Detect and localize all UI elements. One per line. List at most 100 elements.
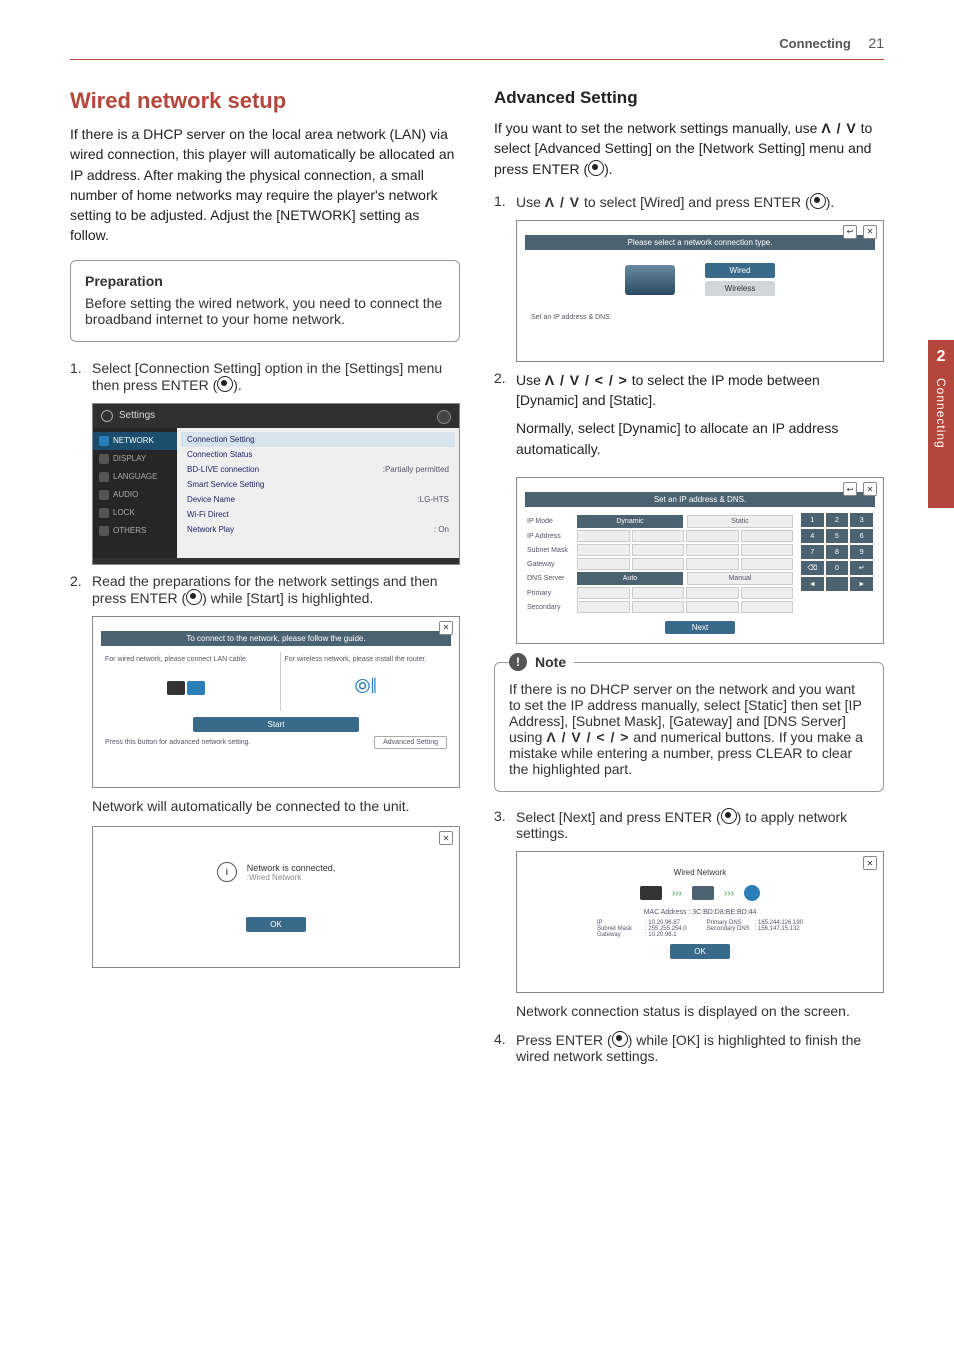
up-down-icon: Ʌ / V <box>545 194 580 210</box>
keypad-key[interactable]: 2 <box>826 513 849 527</box>
keypad-key[interactable]: ⌫ <box>801 561 824 575</box>
enter-icon <box>612 1031 628 1047</box>
info-icon: i <box>217 862 237 882</box>
note-icon: ! <box>509 653 527 671</box>
type-title: Please select a network connection type. <box>525 235 875 250</box>
adv-step-4: Press ENTER () while [OK] is highlighted… <box>516 1031 884 1064</box>
step-1-body: Select [Connection Setting] option in th… <box>92 360 460 393</box>
static-tab[interactable]: Static <box>687 515 793 528</box>
lan-icon <box>167 681 205 695</box>
keypad-key[interactable]: 6 <box>850 529 873 543</box>
keypad-key[interactable]: 8 <box>826 545 849 559</box>
close-icon[interactable]: ✕ <box>439 831 453 845</box>
left-column: Wired network setup If there is a DHCP s… <box>70 88 460 1074</box>
step-number: 3. <box>494 808 516 841</box>
numeric-keypad: 123 456 789 ⌫0↵ ◄ ► <box>801 513 873 615</box>
sidebar-item-language[interactable]: LANGUAGE <box>93 468 177 486</box>
network-icon <box>99 436 109 446</box>
keypad-key[interactable]: 7 <box>801 545 824 559</box>
setting-row[interactable]: Network Play: On <box>181 522 455 537</box>
keypad-key[interactable]: 9 <box>850 545 873 559</box>
keypad-key[interactable]: ► <box>850 577 873 591</box>
device-icon <box>625 265 675 295</box>
advanced-intro: If you want to set the network settings … <box>494 118 884 179</box>
keypad-key[interactable]: 0 <box>826 561 849 575</box>
auto-tab[interactable]: Auto <box>577 572 683 585</box>
setting-row[interactable]: Connection Setting <box>181 432 455 447</box>
ok-button[interactable]: OK <box>246 917 306 932</box>
back-icon[interactable]: ↩ <box>843 225 857 239</box>
globe-node-icon <box>744 885 760 901</box>
keypad-key[interactable]: 5 <box>826 529 849 543</box>
subnet-label: Subnet Mask <box>527 547 573 554</box>
back-icon[interactable]: ↩ <box>843 482 857 496</box>
chapter-tab-number: 2 <box>937 348 946 366</box>
keypad-key[interactable]: 1 <box>801 513 824 527</box>
setting-row[interactable]: Wi-Fi Direct <box>181 507 455 522</box>
guide-wireless-text: For wireless network, please install the… <box>285 656 448 663</box>
link-icon: ››› <box>724 888 734 899</box>
advanced-setting-button[interactable]: Advanced Setting <box>374 736 447 749</box>
gear-icon <box>101 410 113 422</box>
manual-tab[interactable]: Manual <box>687 572 793 585</box>
up-down-left-right-icon: Ʌ / V / < / > <box>546 729 629 745</box>
setting-row[interactable]: Device Name:LG-HTS <box>181 492 455 507</box>
setting-row[interactable]: BD-LIVE connection:Partially permitted <box>181 462 455 477</box>
guide-footer-text: Press this button for advanced network s… <box>105 739 251 746</box>
enter-icon <box>810 193 826 209</box>
close-icon[interactable]: ✕ <box>863 482 877 496</box>
adv-step-3: Select [Next] and press ENTER () to appl… <box>516 808 884 841</box>
device-node-icon <box>640 886 662 900</box>
setting-row[interactable]: Connection Status <box>181 447 455 462</box>
sidebar-item-display[interactable]: DISPLAY <box>93 450 177 468</box>
preparation-box: Preparation Before setting the wired net… <box>70 260 460 342</box>
keypad-key[interactable]: 3 <box>850 513 873 527</box>
keypad-key[interactable] <box>826 577 849 591</box>
guide-wired-text: For wired network, please connect LAN ca… <box>105 656 268 663</box>
others-icon <box>99 526 109 536</box>
section-title: Wired network setup <box>70 88 460 114</box>
keypad-key[interactable]: 4 <box>801 529 824 543</box>
setting-row[interactable]: Smart Service Setting <box>181 477 455 492</box>
chapter-tab: 2 Connecting <box>928 340 954 508</box>
ip-mode-label: IP Mode <box>527 518 573 525</box>
link-icon: ››› <box>672 888 682 899</box>
step-number: 2. <box>70 573 92 606</box>
wired-option[interactable]: Wired <box>705 263 776 278</box>
page-header: Connecting 21 <box>70 35 884 60</box>
enter-icon <box>721 808 737 824</box>
screenshot-connection-type: ↩ ✕ Please select a network connection ty… <box>516 220 884 362</box>
language-icon <box>99 472 109 482</box>
close-icon[interactable]: ✕ <box>863 225 877 239</box>
screenshot-connected: ✕ i Network is connected, :Wired Network… <box>92 826 460 968</box>
header-page-number: 21 <box>868 35 884 51</box>
gateway-label: Gateway <box>527 561 573 568</box>
keypad-key[interactable]: ↵ <box>850 561 873 575</box>
note-label: Note <box>535 654 566 670</box>
connected-line-1: Network is connected, <box>247 863 336 873</box>
primary-label: Primary <box>527 590 573 597</box>
sidebar-item-lock[interactable]: LOCK <box>93 504 177 522</box>
wifi-icon: ⦾∥ <box>355 676 377 699</box>
close-icon[interactable]: ✕ <box>863 856 877 870</box>
note-box: ! Note If there is no DHCP server on the… <box>494 662 884 792</box>
keypad-key[interactable]: ◄ <box>801 577 824 591</box>
step-number: 1. <box>70 360 92 393</box>
wireless-option[interactable]: Wireless <box>705 281 776 296</box>
sidebar-item-audio[interactable]: AUDIO <box>93 486 177 504</box>
step-number: 1. <box>494 193 516 210</box>
sidebar-item-others[interactable]: OTHERS <box>93 522 177 540</box>
next-button[interactable]: Next <box>665 621 735 634</box>
dynamic-tab[interactable]: Dynamic <box>577 515 683 528</box>
close-icon[interactable]: ✕ <box>439 621 453 635</box>
sidebar-item-network[interactable]: NETWORK <box>93 432 177 450</box>
screenshot-network-status: ✕ Wired Network ››› ››› MAC Address : 3C… <box>516 851 884 993</box>
start-button[interactable]: Start <box>193 717 359 732</box>
note-body: If there is no DHCP server on the networ… <box>509 681 869 777</box>
secondary-label: Secondary <box>527 604 573 611</box>
step-number: 2. <box>494 370 516 467</box>
back-icon <box>437 410 451 424</box>
enter-icon <box>588 160 604 176</box>
right-column: Advanced Setting If you want to set the … <box>494 88 884 1074</box>
ok-button[interactable]: OK <box>670 944 730 959</box>
